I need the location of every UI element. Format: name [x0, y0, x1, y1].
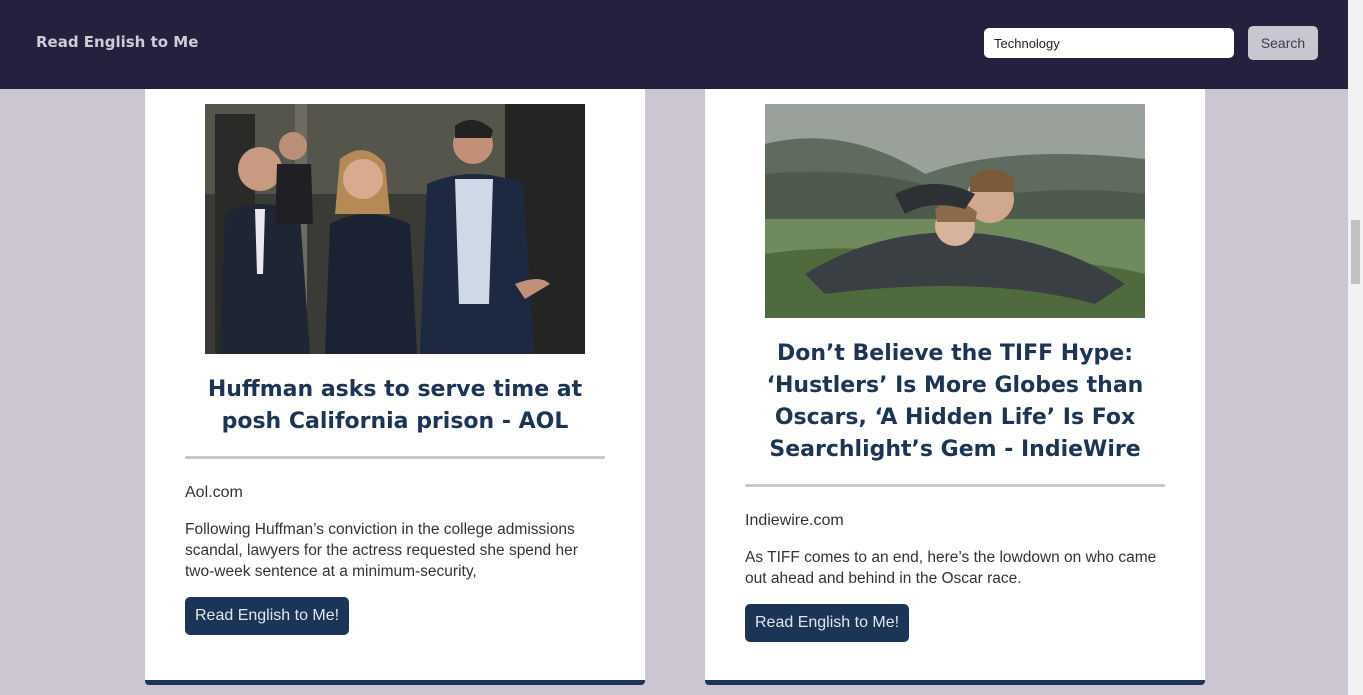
read-english-button[interactable]: Read English to Me! [185, 597, 350, 635]
brand-link[interactable]: Read English to Me [36, 33, 198, 51]
scrollbar[interactable] [1348, 0, 1363, 695]
divider [185, 456, 605, 459]
search-button[interactable]: Search [1248, 26, 1318, 60]
divider [745, 484, 1165, 487]
article-title[interactable]: Huffman asks to serve time at posh Calif… [185, 374, 605, 438]
navbar: Read English to Me Search [0, 0, 1348, 89]
article-card: Huffman asks to serve time at posh Calif… [145, 89, 645, 685]
search-input[interactable] [984, 28, 1234, 58]
article-source: Aol.com [185, 484, 243, 501]
article-image [765, 104, 1145, 318]
article-source: Indiewire.com [745, 512, 844, 529]
article-image [205, 104, 585, 354]
scrollbar-thumb[interactable] [1351, 220, 1360, 284]
article-description: Following Huffman’s conviction in the co… [185, 521, 578, 580]
article-card: Don’t Believe the TIFF Hype: ‘Hustlers’ … [705, 89, 1205, 685]
article-description: As TIFF comes to an end, here’s the lowd… [745, 549, 1157, 587]
article-title[interactable]: Don’t Believe the TIFF Hype: ‘Hustlers’ … [745, 338, 1165, 466]
read-english-button[interactable]: Read English to Me! [745, 604, 910, 642]
